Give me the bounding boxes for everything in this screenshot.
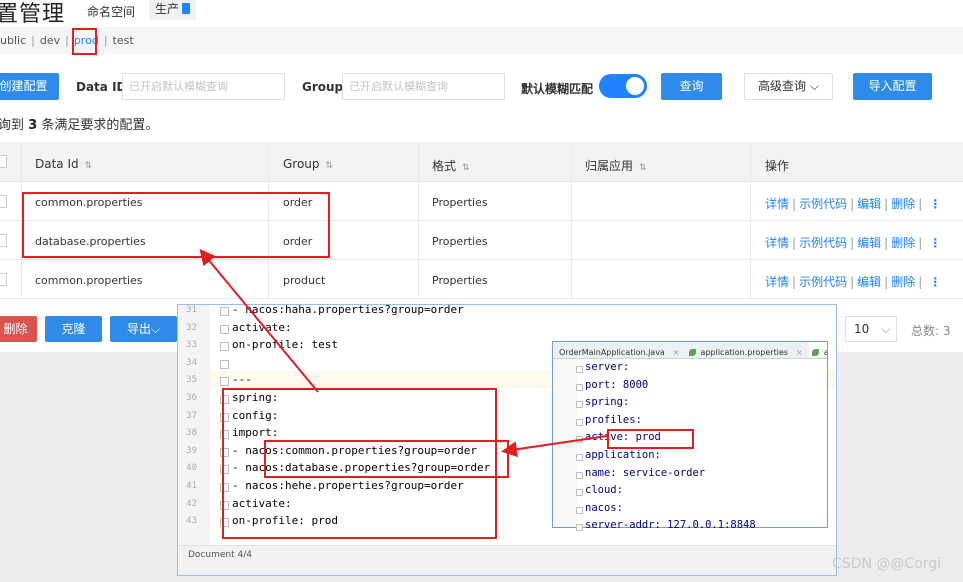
arrow-import-to-rows [199, 248, 319, 393]
watermark: CSDN @@Corgi [832, 556, 941, 572]
arrow-profile-to-imports [501, 435, 608, 458]
annotation-arrows [199, 248, 608, 458]
